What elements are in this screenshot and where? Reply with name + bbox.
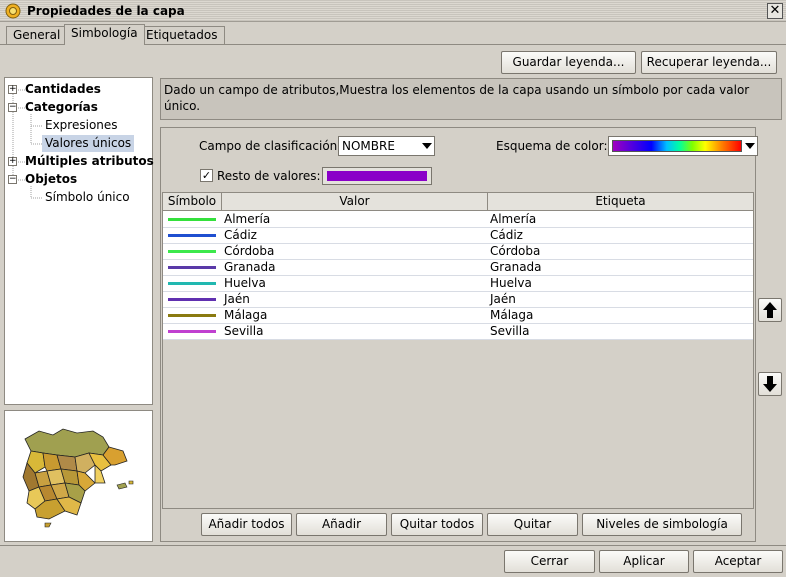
arrow-down-icon [763, 376, 777, 392]
save-legend-button[interactable]: Guardar leyenda... [501, 51, 636, 74]
collapse-categorias-icon[interactable]: − [8, 103, 17, 112]
rest-values-color-button[interactable] [322, 167, 432, 185]
line-symbol-icon [168, 250, 216, 253]
color-ramp-swatch [612, 140, 742, 152]
apply-button[interactable]: Aplicar [599, 550, 689, 573]
value-cell: Almería [224, 212, 271, 226]
remove-all-button[interactable]: Quitar todos [391, 513, 483, 536]
window-title: Propiedades de la capa [27, 4, 185, 18]
table-row[interactable]: Córdoba Córdoba [163, 244, 753, 260]
close-button[interactable]: Cerrar [504, 550, 595, 573]
rest-values-color-swatch [327, 171, 427, 181]
unique-values-table[interactable]: Símbolo Valor Etiqueta Almería Almería Cád… [162, 192, 754, 509]
line-symbol-icon [168, 298, 216, 301]
line-symbol-icon [168, 266, 216, 269]
add-button[interactable]: Añadir [296, 513, 387, 536]
symbol-cell[interactable] [163, 228, 222, 244]
tree-item-multiples-atributos[interactable]: Múltiples atributos [25, 153, 154, 170]
table-row[interactable]: Granada Granada [163, 260, 753, 276]
symbology-type-tree[interactable]: + Cantidades − Categorías Expresiones Va… [4, 77, 154, 405]
expand-cantidades-icon[interactable]: + [8, 85, 17, 94]
column-header-value[interactable]: Valor [222, 193, 488, 211]
tab-simbologia[interactable]: Simbología [64, 24, 145, 45]
tab-bar: General Simbología Etiquetados [0, 24, 786, 45]
label-cell[interactable]: Málaga [488, 308, 753, 324]
rest-values-label: Resto de valores: [217, 169, 321, 183]
tab-etiquetados[interactable]: Etiquetados [139, 26, 225, 44]
column-header-symbol[interactable]: Símbolo [163, 193, 222, 211]
symbol-cell[interactable] [163, 292, 222, 308]
add-all-button[interactable]: Añadir todos [201, 513, 292, 536]
value-cell: Granada [224, 260, 276, 274]
tree-item-categorias[interactable]: Categorías [25, 99, 98, 116]
classification-field-value: NOMBRE [342, 139, 395, 153]
tree-item-simbolo-unico[interactable]: Símbolo único [45, 189, 130, 206]
label-cell[interactable]: Córdoba [488, 244, 753, 260]
value-cell: Sevilla [224, 324, 264, 338]
classification-field-select[interactable]: NOMBRE [338, 136, 435, 156]
arrow-up-icon [763, 302, 777, 318]
accept-button[interactable]: Aceptar [693, 550, 783, 573]
symbol-cell[interactable] [163, 276, 222, 292]
expand-multiples-icon[interactable]: + [8, 157, 17, 166]
label-cell[interactable]: Huelva [488, 276, 753, 292]
close-window-button[interactable]: ✕ [767, 3, 783, 19]
symbol-cell[interactable] [163, 308, 222, 324]
layer-properties-icon [5, 3, 21, 19]
chevron-down-icon [422, 143, 432, 149]
line-symbol-icon [168, 282, 216, 285]
label-cell[interactable]: Cádiz [488, 228, 753, 244]
line-symbol-icon [168, 314, 216, 317]
table-row[interactable]: Sevilla Sevilla [163, 324, 753, 340]
spain-map-preview-icon [22, 428, 134, 528]
table-row[interactable]: Huelva Huelva [163, 276, 753, 292]
tree-item-objetos[interactable]: Objetos [25, 171, 77, 188]
chevron-down-icon [745, 143, 755, 149]
tab-general[interactable]: General [6, 26, 68, 44]
tree-item-cantidades[interactable]: Cantidades [25, 81, 101, 98]
column-header-label[interactable]: Etiqueta [488, 193, 753, 211]
color-scheme-select[interactable] [608, 136, 758, 156]
label-cell[interactable]: Sevilla [488, 324, 753, 340]
symbology-preview [4, 410, 153, 542]
table-row[interactable]: Málaga Málaga [163, 308, 753, 324]
table-row[interactable]: Almería Almería [163, 212, 753, 228]
table-row[interactable]: Cádiz Cádiz [163, 228, 753, 244]
move-up-button[interactable] [758, 298, 782, 322]
tree-item-expresiones[interactable]: Expresiones [45, 117, 118, 134]
remove-button[interactable]: Quitar [487, 513, 578, 536]
value-cell: Cádiz [224, 228, 257, 242]
value-cell: Jaén [224, 292, 250, 306]
value-cell: Málaga [224, 308, 268, 322]
symbol-cell[interactable] [163, 260, 222, 276]
label-cell[interactable]: Almería [488, 212, 753, 228]
table-empty-area [163, 340, 753, 508]
rest-values-checkbox[interactable]: ✓ [200, 169, 213, 182]
color-scheme-label: Esquema de color: [496, 139, 608, 153]
label-cell[interactable]: Granada [488, 260, 753, 276]
line-symbol-icon [168, 234, 216, 237]
table-row[interactable]: Jaén Jaén [163, 292, 753, 308]
tree-item-valores-unicos[interactable]: Valores únicos [42, 135, 135, 152]
symbology-levels-button[interactable]: Niveles de simbología [582, 513, 742, 536]
value-cell: Huelva [224, 276, 266, 290]
label-cell[interactable]: Jaén [488, 292, 753, 308]
classification-field-label: Campo de clasificación: [199, 139, 342, 153]
line-symbol-icon [168, 218, 216, 221]
symbology-description: Dado un campo de atributos,Muestra los e… [160, 78, 782, 120]
symbol-cell[interactable] [163, 324, 222, 340]
symbol-cell[interactable] [163, 244, 222, 260]
line-symbol-icon [168, 330, 216, 333]
load-legend-button[interactable]: Recuperar leyenda... [641, 51, 777, 74]
collapse-objetos-icon[interactable]: − [8, 175, 17, 184]
value-cell: Córdoba [224, 244, 275, 258]
bottom-divider [0, 545, 786, 546]
move-down-button[interactable] [758, 372, 782, 396]
symbol-cell[interactable] [163, 212, 222, 228]
